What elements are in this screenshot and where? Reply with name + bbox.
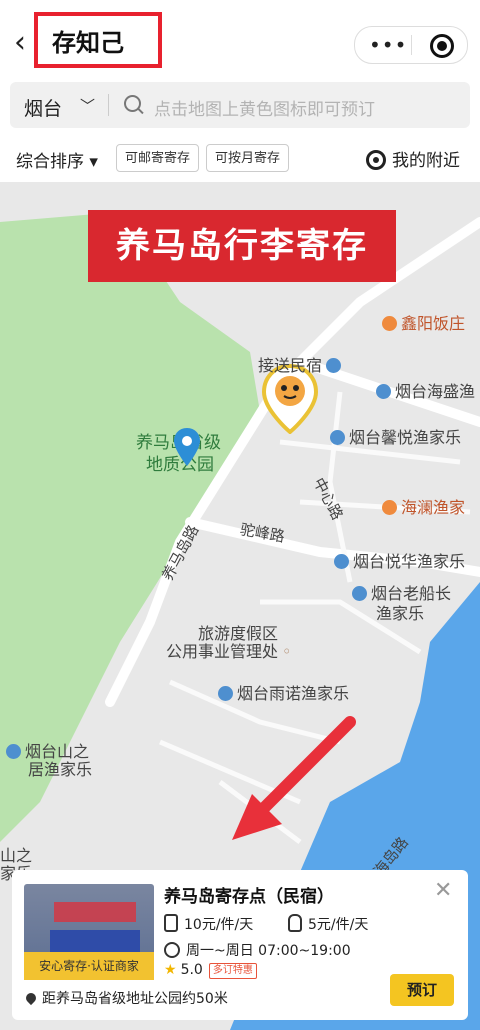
- mini-program-capsule: •••: [354, 26, 468, 64]
- poi-hotel: 烟台海盛渔: [376, 378, 475, 402]
- bed-icon: [330, 430, 345, 445]
- distance-text: 距养马岛省级地址公园约50米: [23, 988, 228, 1008]
- photo-sign: [50, 930, 140, 954]
- photo-sign: [54, 902, 136, 922]
- opening-hours: 周一~周日 07:00~19:00: [164, 940, 351, 960]
- poi-label: 烟台悦华渔家乐: [353, 552, 466, 571]
- chip-mail[interactable]: 可邮寄寄存: [116, 144, 200, 172]
- bed-icon: [352, 586, 367, 601]
- locate-icon: [366, 150, 386, 170]
- filter-row: 综合排序 ▾ 可邮寄寄存 可按月寄存 我的附近: [0, 132, 480, 182]
- poi-restaurant: 鑫阳饭庄: [382, 310, 465, 334]
- poi-hotel: 烟台馨悦渔家乐: [330, 424, 461, 448]
- location-pin-icon: [23, 990, 39, 1006]
- poi-label: 烟台雨诺渔家乐: [237, 684, 350, 703]
- poi-label: 烟台海盛渔: [395, 382, 476, 401]
- poi-hotel: 接送民宿: [258, 352, 345, 376]
- page-title: 存知己: [34, 12, 162, 68]
- poi-label: 鑫阳饭庄: [401, 314, 466, 333]
- promo-tag: 多订特惠: [208, 963, 257, 979]
- more-dots-icon[interactable]: •••: [369, 35, 407, 55]
- promo-banner: 养马岛行李寄存: [88, 210, 396, 282]
- rating-value: 5.0: [180, 962, 203, 978]
- chevron-down-icon[interactable]: ﹀: [80, 95, 95, 116]
- status-bar: [0, 0, 480, 8]
- poi-hotel: 烟台悦华渔家乐: [334, 548, 465, 572]
- top-bar: ‹ 存知己 •••: [0, 0, 480, 82]
- sort-dropdown[interactable]: 综合排序 ▾: [16, 147, 98, 172]
- search-placeholder: 点击地图上黄色图标即可预订: [154, 100, 375, 120]
- bed-icon: [376, 384, 391, 399]
- book-button[interactable]: 预订: [390, 974, 454, 1006]
- poi-label: 公用事业管理处: [166, 642, 279, 661]
- search-row: 烟台 ﹀ 点击地图上黄色图标即可预订: [0, 82, 480, 132]
- rating: ★ 5.0 多订特惠: [164, 962, 257, 979]
- target-icon[interactable]: [430, 34, 454, 58]
- price-text: 5元/件/天: [308, 917, 369, 933]
- poi-label: 烟台馨悦渔家乐: [349, 428, 462, 447]
- star-icon: ★: [164, 962, 177, 978]
- suitcase-icon: [164, 914, 178, 932]
- bed-icon: [334, 554, 349, 569]
- price-bag: 5元/件/天: [288, 914, 368, 934]
- arrow-annotation-icon: [232, 716, 356, 840]
- bed-icon: [326, 358, 342, 373]
- backpack-icon: [288, 914, 302, 932]
- search-input[interactable]: 烟台 ﹀ 点击地图上黄色图标即可预订: [10, 82, 470, 128]
- chevron-left-icon[interactable]: ‹: [14, 28, 26, 58]
- page-title-text: 存知己: [52, 28, 124, 57]
- store-card[interactable]: 安心寄存·认证商家 养马岛寄存点（民宿） ✕ 10元/件/天 5元/件/天 周一…: [12, 870, 468, 1020]
- clock-icon: [164, 942, 180, 958]
- poi-hotel-line2: 居渔家乐: [28, 760, 93, 779]
- poi-label: 海澜渔家: [401, 498, 466, 517]
- city-selector[interactable]: 烟台: [24, 94, 62, 121]
- price-luggage: 10元/件/天: [164, 914, 253, 934]
- poi-label: 接送民宿: [258, 356, 323, 375]
- nearby-button[interactable]: 我的附近: [366, 146, 460, 171]
- capsule-divider: [411, 35, 412, 55]
- nearby-label: 我的附近: [392, 151, 460, 171]
- poi-hotel: 烟台雨诺渔家乐: [218, 680, 349, 704]
- hours-text: 周一~周日 07:00~19:00: [186, 943, 351, 959]
- distance-label: 距养马岛省级地址公园约50米: [42, 991, 228, 1007]
- location-pin-icon[interactable]: [174, 428, 200, 466]
- bed-icon: [218, 686, 233, 701]
- divider: [108, 94, 109, 116]
- close-icon[interactable]: ✕: [434, 878, 452, 903]
- poi-hotel-line2: 渔家乐: [376, 604, 425, 623]
- store-title[interactable]: 养马岛寄存点（民宿）: [164, 882, 334, 907]
- search-icon: [124, 95, 141, 112]
- restaurant-icon: [382, 316, 397, 331]
- bed-icon: [6, 744, 21, 759]
- price-text: 10元/件/天: [184, 917, 254, 933]
- poi-restaurant: 海澜渔家: [382, 494, 465, 518]
- restaurant-icon: [382, 500, 397, 515]
- chip-month[interactable]: 可按月寄存: [206, 144, 290, 172]
- verified-badge: 安心寄存·认证商家: [24, 952, 154, 980]
- poi-office-line2: 公用事业管理处 ◦: [166, 642, 292, 661]
